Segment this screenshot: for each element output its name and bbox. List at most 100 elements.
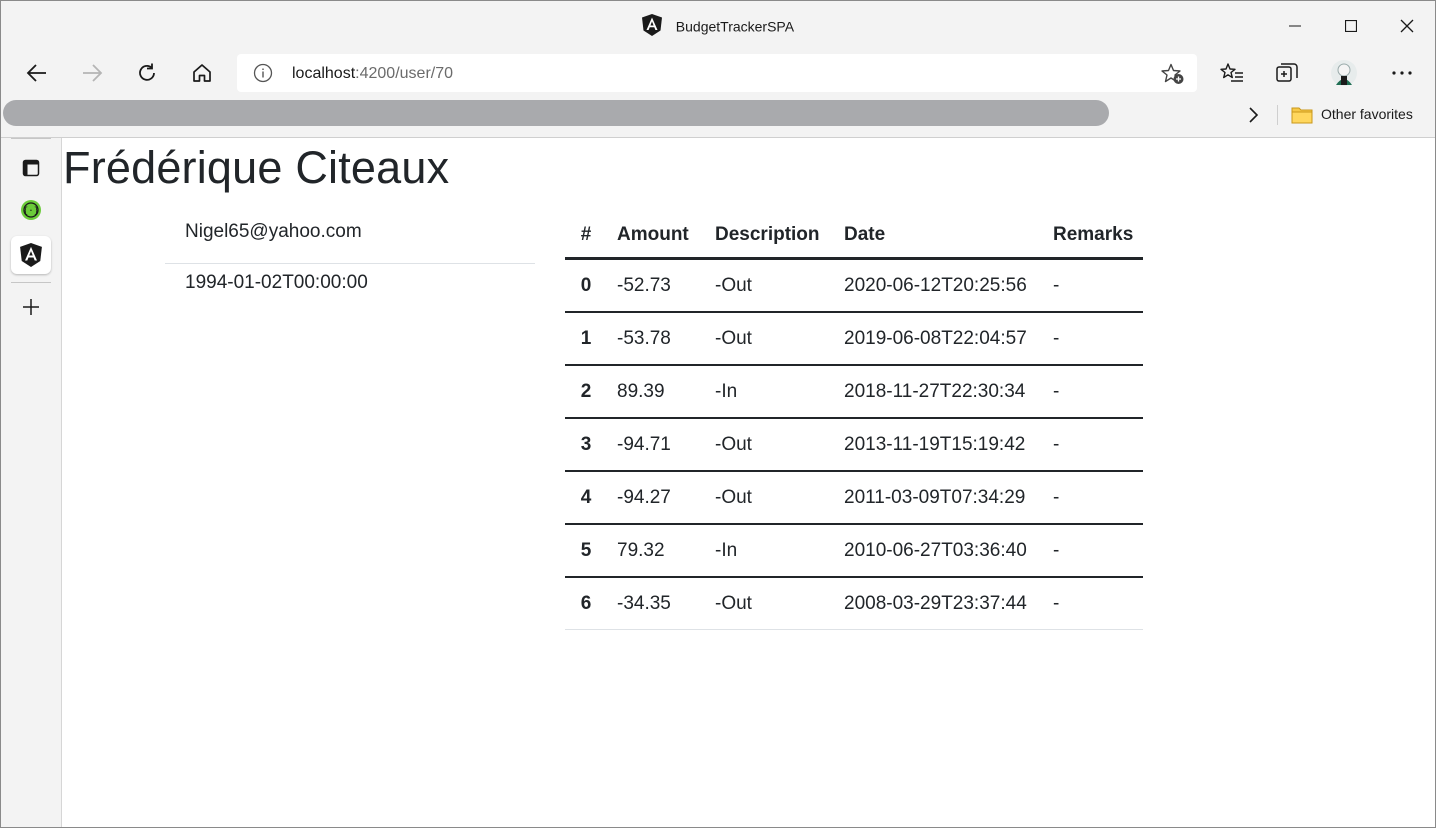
- row-description: -Out: [705, 577, 834, 630]
- row-amount: 79.32: [607, 524, 705, 578]
- tab-actions-button[interactable]: [11, 149, 51, 187]
- tab-actions-icon: [22, 159, 40, 177]
- angular-tab-icon: [20, 243, 42, 267]
- row-index: 6: [565, 577, 607, 630]
- row-index: 1: [565, 312, 607, 366]
- transactions-table: # Amount Description Date Remarks 0 -52.…: [565, 213, 1144, 630]
- title-bar: BudgetTrackerSPA: [1, 1, 1435, 51]
- row-index: 2: [565, 365, 607, 419]
- table-row: 3 -94.71 -Out 2013-11-19T15:19:42 -: [565, 418, 1144, 472]
- star-plus-icon[interactable]: [1161, 63, 1185, 90]
- table-header-row: # Amount Description Date Remarks: [565, 213, 1144, 260]
- page-content: Frédérique Citeaux Nigel65@yahoo.com 199…: [62, 138, 1435, 827]
- table-row: 2 89.39 -In 2018-11-27T22:30:34 -: [565, 365, 1144, 419]
- row-index: 4: [565, 471, 607, 525]
- page-title: Frédérique Citeaux: [63, 142, 450, 193]
- row-description: -In: [705, 524, 834, 578]
- other-favorites-link[interactable]: Other favorites: [1321, 106, 1413, 122]
- tab-item-1[interactable]: {·}: [11, 191, 51, 229]
- row-remarks: -: [1043, 312, 1144, 366]
- column-header-description: Description: [705, 213, 834, 260]
- column-header-remarks: Remarks: [1043, 213, 1144, 260]
- info-icon[interactable]: [253, 63, 273, 88]
- sidebar-divider: [11, 138, 51, 139]
- window-title-text: BudgetTrackerSPA: [675, 18, 795, 35]
- row-amount: 89.39: [607, 365, 705, 419]
- avatar[interactable]: [1328, 57, 1360, 89]
- refresh-icon: [139, 63, 155, 81]
- column-header-amount: Amount: [607, 213, 705, 260]
- table-row: 4 -94.27 -Out 2011-03-09T07:34:29 -: [565, 471, 1144, 525]
- row-remarks: -: [1043, 365, 1144, 419]
- row-date: 2010-06-27T03:36:40: [834, 524, 1043, 578]
- row-index: 3: [565, 418, 607, 472]
- row-remarks: -: [1043, 577, 1144, 630]
- row-description: -Out: [705, 312, 834, 366]
- folder-icon: [1291, 105, 1313, 130]
- window-title: BudgetTrackerSPA: [1, 14, 1435, 39]
- new-tab-button[interactable]: [11, 288, 51, 326]
- row-remarks: -: [1043, 258, 1144, 313]
- url-text[interactable]: localhost:4200/user/70: [292, 65, 453, 83]
- forward-button[interactable]: [76, 57, 108, 89]
- table-row: 6 -34.35 -Out 2008-03-29T23:37:44 -: [565, 577, 1144, 630]
- row-date: 2020-06-12T20:25:56: [834, 258, 1043, 313]
- plus-icon: [23, 299, 39, 315]
- sidebar-divider: [11, 282, 51, 283]
- row-date: 2018-11-27T22:30:34: [834, 365, 1043, 419]
- redacted-favorites: [3, 100, 1109, 126]
- row-amount: -53.78: [607, 312, 705, 366]
- close-button[interactable]: [1379, 1, 1435, 51]
- maximize-button[interactable]: [1323, 1, 1379, 51]
- row-amount: -94.27: [607, 471, 705, 525]
- url-host: localhost: [292, 65, 356, 82]
- row-date: 2008-03-29T23:37:44: [834, 577, 1043, 630]
- svg-text:{·}: {·}: [23, 207, 39, 217]
- favorites-divider: [1277, 105, 1278, 125]
- refresh-button[interactable]: [131, 57, 163, 89]
- user-email: Nigel65@yahoo.com: [165, 213, 535, 264]
- user-birthdate: 1994-01-02T00:00:00: [185, 272, 368, 293]
- column-header-date: Date: [834, 213, 1043, 260]
- user-info-list: Nigel65@yahoo.com 1994-01-02T00:00:00: [165, 213, 535, 315]
- more-button[interactable]: [1386, 57, 1418, 89]
- home-button[interactable]: [186, 57, 218, 89]
- row-index: 5: [565, 524, 607, 578]
- collections-button[interactable]: [1271, 57, 1303, 89]
- collections-icon: [1276, 63, 1298, 82]
- row-date: 2019-06-08T22:04:57: [834, 312, 1043, 366]
- tab-item-active[interactable]: [11, 236, 51, 274]
- row-description: -Out: [705, 471, 834, 525]
- row-date: 2011-03-09T07:34:29: [834, 471, 1043, 525]
- row-amount: -52.73: [607, 258, 705, 313]
- row-remarks: -: [1043, 524, 1144, 578]
- api-tab-icon: {·}: [21, 200, 41, 220]
- row-remarks: -: [1043, 418, 1144, 472]
- vertical-tabs-sidebar: {·}: [1, 138, 62, 827]
- row-amount: -34.35: [607, 577, 705, 630]
- angular-logo-icon: [641, 14, 662, 39]
- row-index: 0: [565, 258, 607, 313]
- row-remarks: -: [1043, 471, 1144, 525]
- row-description: -Out: [705, 418, 834, 472]
- navigation-bar: localhost:4200/user/70: [1, 51, 1435, 95]
- table-row: 1 -53.78 -Out 2019-06-08T22:04:57 -: [565, 312, 1144, 366]
- row-amount: -94.71: [607, 418, 705, 472]
- chevron-right-icon[interactable]: [1247, 105, 1259, 130]
- column-header-index: #: [565, 213, 607, 260]
- browser-window: BudgetTrackerSPA localhost:4200/user/70 …: [0, 0, 1436, 828]
- forward-arrow-icon: [83, 64, 103, 82]
- row-description: -In: [705, 365, 834, 419]
- url-path: :4200/user/70: [355, 65, 454, 82]
- row-date: 2013-11-19T15:19:42: [834, 418, 1043, 472]
- more-icon: [1392, 71, 1412, 75]
- back-arrow-icon: [26, 64, 46, 82]
- minimize-button[interactable]: [1267, 1, 1323, 51]
- favorites-button[interactable]: [1216, 57, 1248, 89]
- table-row: 5 79.32 -In 2010-06-27T03:36:40 -: [565, 524, 1144, 578]
- favorites-icon: [1220, 63, 1243, 82]
- table-row: 0 -52.73 -Out 2020-06-12T20:25:56 -: [565, 258, 1144, 313]
- favorites-bar: Other favorites: [1, 95, 1435, 138]
- address-bar[interactable]: localhost:4200/user/70: [237, 54, 1197, 92]
- back-button[interactable]: [21, 57, 53, 89]
